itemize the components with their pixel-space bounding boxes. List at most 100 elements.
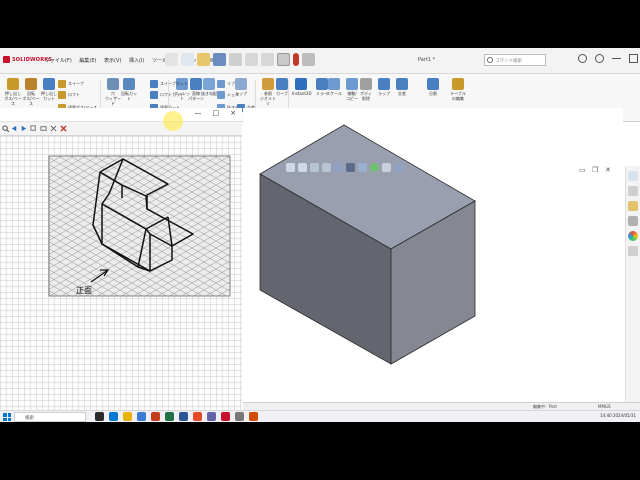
- appearances-icon[interactable]: [628, 231, 638, 241]
- ribbon-button-14[interactable]: スケール: [325, 78, 343, 96]
- help-icon[interactable]: [578, 54, 587, 63]
- prev-icon[interactable]: [11, 125, 18, 132]
- copy-icon[interactable]: [30, 125, 37, 132]
- ribbon-small-button-5[interactable]: ロフトカット: [150, 91, 184, 99]
- ribbon-button-19[interactable]: 分割: [424, 78, 442, 96]
- zoom-icon[interactable]: [2, 125, 9, 132]
- viewport-restore-icon[interactable]: ❐: [592, 166, 598, 174]
- ribbon-button-label: 抜き勾配: [201, 91, 217, 96]
- chrome-icon[interactable]: [193, 412, 202, 421]
- ribbon-button-label: 押し出し カット: [41, 91, 57, 101]
- task-view-icon[interactable]: [95, 412, 104, 421]
- graphics-area[interactable]: [243, 108, 623, 422]
- menubar: SOLIDWORKS ファイル(F) 編集(E) 表示(V) 挿入(I) ツール…: [0, 48, 640, 74]
- view-palette-icon[interactable]: [628, 216, 638, 226]
- hide-show-icon[interactable]: [358, 163, 367, 172]
- minimize-icon[interactable]: [612, 54, 621, 59]
- ribbon-button-icon: [203, 78, 215, 90]
- viewer-minimize-button[interactable]: —: [195, 109, 202, 117]
- viewer-task-icon[interactable]: [235, 412, 244, 421]
- store-icon[interactable]: [137, 412, 146, 421]
- section-view-icon[interactable]: [322, 163, 331, 172]
- ribbon-button-16[interactable]: ボディ 削除: [357, 78, 375, 101]
- delete-icon[interactable]: [60, 125, 67, 132]
- view-orientation-icon[interactable]: [334, 163, 343, 172]
- ribbon-small-button-1[interactable]: スイープ: [58, 80, 84, 88]
- ribbon-small-button-8[interactable]: シェル: [217, 91, 239, 99]
- status-units[interactable]: MMGS: [598, 404, 611, 409]
- viewer-close-button[interactable]: ×: [230, 109, 236, 117]
- ribbon-button-label: 押し出し ボス/ベース: [4, 91, 22, 106]
- taskbar-search-input[interactable]: 検索: [14, 412, 86, 422]
- previous-view-icon[interactable]: [310, 163, 319, 172]
- ribbon-button-2[interactable]: 回転 ボス/ベース: [22, 78, 40, 106]
- ribbon-button-1[interactable]: 押し出し ボス/ベース: [4, 78, 22, 106]
- viewer-window-controls: — □ ×: [195, 109, 237, 117]
- system-tray[interactable]: 14:40 2024/05/31: [600, 413, 636, 418]
- explorer-icon[interactable]: [123, 412, 132, 421]
- edge-icon[interactable]: [109, 412, 118, 421]
- ribbon-small-label: リブ: [227, 81, 235, 86]
- menu-view[interactable]: 表示(V): [104, 58, 121, 64]
- undo-icon[interactable]: [245, 53, 258, 66]
- zoom-area-icon[interactable]: [298, 163, 307, 172]
- print-icon[interactable]: [229, 53, 242, 66]
- ribbon-button-icon: [295, 78, 307, 90]
- redo-icon[interactable]: [261, 53, 274, 66]
- ribbon-button-18[interactable]: 交差: [393, 78, 411, 96]
- ribbon-button-17[interactable]: ラップ: [375, 78, 393, 96]
- excel-icon[interactable]: [165, 412, 174, 421]
- ribbon-small-label: ロフトカット: [160, 92, 184, 97]
- settings-icon[interactable]: [50, 125, 57, 132]
- select-icon[interactable]: [277, 53, 290, 66]
- appearance-icon[interactable]: [370, 163, 379, 172]
- ribbon-small-button-2[interactable]: ロフト: [58, 91, 80, 99]
- viewport-minimize-icon[interactable]: ▭: [579, 166, 586, 174]
- screen: SOLIDWORKS ファイル(F) 編集(E) 表示(V) 挿入(I) ツール…: [0, 48, 640, 422]
- resources-icon[interactable]: [628, 171, 638, 181]
- design-library-icon[interactable]: [628, 186, 638, 196]
- file-explorer-icon[interactable]: [628, 201, 638, 211]
- ribbon-button-3[interactable]: 押し出し カット: [40, 78, 58, 101]
- word-icon[interactable]: [179, 412, 188, 421]
- scene-icon[interactable]: [382, 163, 391, 172]
- model-view[interactable]: [243, 108, 623, 422]
- new-icon[interactable]: [181, 53, 194, 66]
- menu-insert[interactable]: 挿入(I): [129, 58, 144, 64]
- save-icon[interactable]: [213, 53, 226, 66]
- ribbon-small-button-7[interactable]: リブ: [217, 80, 235, 88]
- start-button[interactable]: [3, 413, 11, 421]
- viewport-close-icon[interactable]: ✕: [605, 166, 611, 174]
- rotate-icon[interactable]: [40, 125, 47, 132]
- zoom-to-fit-icon[interactable]: [286, 163, 295, 172]
- solidworks-task-icon[interactable]: [221, 412, 230, 421]
- custom-properties-icon[interactable]: [628, 246, 638, 256]
- ribbon-button-12[interactable]: Instant3D: [292, 78, 312, 96]
- options-icon[interactable]: [302, 53, 315, 66]
- window-buttons: [578, 54, 638, 63]
- maximize-icon[interactable]: [629, 54, 638, 63]
- menu-edit[interactable]: 編集(E): [79, 58, 96, 64]
- command-search-input[interactable]: コマンド検索: [484, 54, 546, 66]
- user-icon[interactable]: [595, 54, 604, 63]
- ribbon-button-label: ラップ: [378, 91, 390, 96]
- ribbon-button-label: 分割: [429, 91, 437, 96]
- viewer-maximize-button[interactable]: □: [213, 109, 220, 117]
- ribbon-small-label: ロフト: [68, 92, 80, 97]
- ribbon-button-20[interactable]: テーブル の編集: [449, 78, 467, 101]
- ribbon-button-label: テーブル の編集: [450, 91, 466, 101]
- teams-icon[interactable]: [207, 412, 216, 421]
- home-icon[interactable]: [165, 53, 178, 66]
- powerpoint-icon[interactable]: [151, 412, 160, 421]
- display-style-icon[interactable]: [346, 163, 355, 172]
- document-title: Part1 *: [418, 57, 436, 63]
- ribbon-button-5[interactable]: 回転カット: [120, 78, 138, 101]
- open-icon[interactable]: [197, 53, 210, 66]
- ribbon-button-icon: [396, 78, 408, 90]
- rebuild-icon[interactable]: [293, 53, 299, 66]
- ribbon-button-8[interactable]: 抜き勾配: [200, 78, 218, 96]
- menu-file[interactable]: ファイル(F): [45, 58, 72, 64]
- view-settings-icon[interactable]: [394, 163, 403, 172]
- app-task-icon[interactable]: [249, 412, 258, 421]
- next-icon[interactable]: [20, 125, 27, 132]
